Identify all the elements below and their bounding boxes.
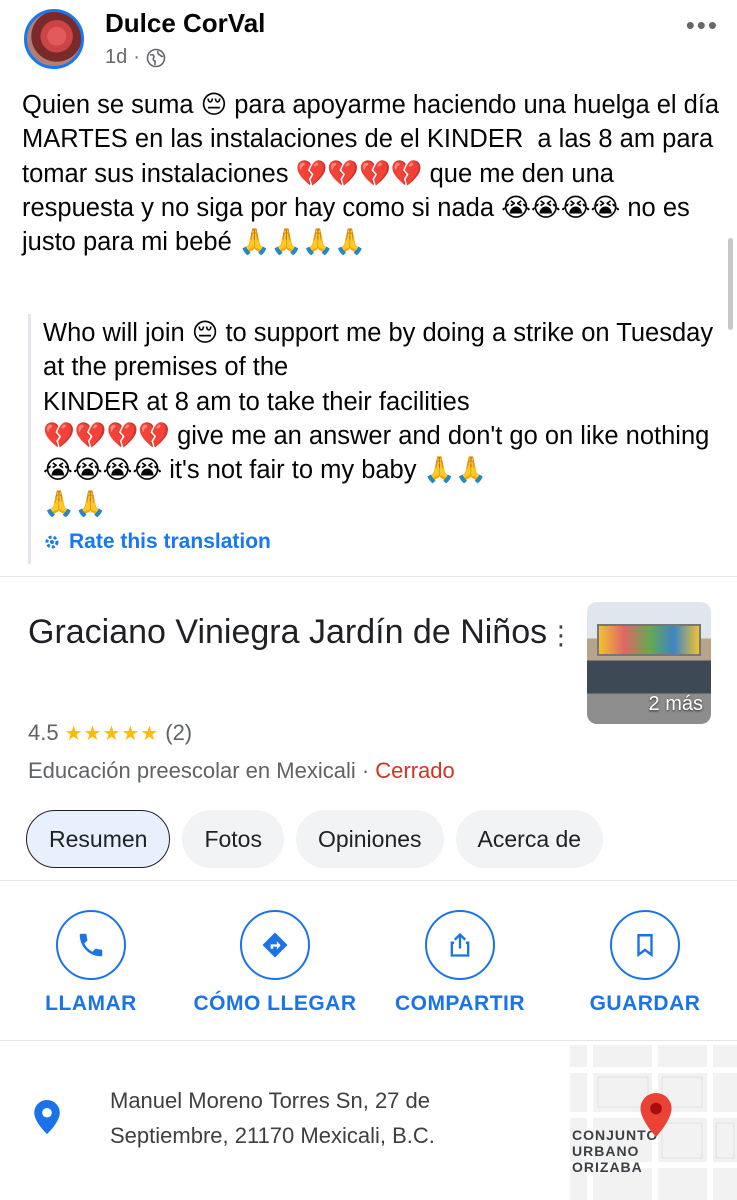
directions-label: CÓMO LLEGAR	[193, 992, 357, 1015]
directions-button[interactable]: CÓMO LLEGAR	[180, 910, 370, 1016]
call-button[interactable]: LLAMAR	[26, 910, 156, 1016]
category: Educación preescolar en Mexicali ·	[28, 758, 376, 783]
rate-translation-label: Rate this translation	[69, 530, 271, 553]
rating-value: 4.5	[28, 720, 59, 745]
more-vert-icon[interactable]: ⋮	[548, 620, 574, 651]
more-photos-label: 2 más	[648, 693, 703, 715]
map-thumbnail[interactable]: CONJUNTO URBANO ORIZABA	[570, 1045, 737, 1200]
translation-block: Who will join 😔 to support me by doing a…	[28, 314, 733, 564]
tab-fotos[interactable]: Fotos	[182, 810, 284, 868]
tab-acerca-de[interactable]: Acerca de	[455, 810, 604, 868]
author-name[interactable]: Dulce CorVal	[105, 8, 265, 39]
review-count: (2)	[165, 720, 193, 745]
post-meta: 1d ·	[105, 46, 166, 69]
rate-translation-link[interactable]: Rate this translation	[43, 530, 271, 554]
gear-icon	[45, 535, 59, 549]
translation-text: Who will join 😔 to support me by doing a…	[43, 319, 714, 519]
address[interactable]: Manuel Moreno Torres Sn, 27 de Septiembr…	[110, 1083, 550, 1153]
share-button[interactable]: COMPARTIR	[385, 910, 535, 1016]
save-button[interactable]: GUARDAR	[580, 910, 710, 1016]
phone-icon	[79, 933, 103, 957]
action-bar: LLAMAR CÓMO LLEGAR COMPARTIR GUARDAR	[0, 910, 737, 1020]
divider	[0, 880, 737, 881]
divider	[0, 576, 737, 577]
save-label: GUARDAR	[589, 992, 701, 1015]
tab-bar: Resumen Fotos Opiniones Acerca de	[26, 810, 604, 868]
star-rating: ★★★★★	[64, 722, 160, 745]
globe-icon	[146, 48, 166, 67]
avatar[interactable]	[24, 9, 84, 69]
category-row: Educación preescolar en Mexicali · Cerra…	[28, 758, 455, 784]
rating-row[interactable]: 4.5 ★★★★★ (2)	[28, 720, 192, 746]
post-time[interactable]: 1d	[105, 46, 127, 69]
call-label: LLAMAR	[45, 992, 137, 1015]
more-options-icon[interactable]: •••	[686, 10, 719, 41]
open-status: Cerrado	[375, 758, 455, 783]
post-body: Quien se suma 😔 para apoyarme haciendo u…	[22, 91, 727, 257]
tab-resumen[interactable]: Resumen	[26, 810, 171, 868]
share-icon	[450, 932, 470, 957]
bookmark-icon	[637, 934, 653, 958]
share-label: COMPARTIR	[394, 992, 526, 1015]
post-header: Dulce CorVal 1d · •••	[0, 0, 737, 80]
tab-opiniones[interactable]: Opiniones	[295, 810, 444, 868]
directions-icon	[262, 932, 288, 958]
billboard-image	[597, 624, 701, 656]
dot-separator: ·	[133, 46, 140, 68]
divider	[0, 1040, 737, 1041]
location-pin-icon	[34, 1100, 60, 1134]
place-photo[interactable]: 2 más	[587, 602, 711, 724]
map-marker-icon	[640, 1093, 672, 1137]
place-title[interactable]: Graciano Viniegra Jardín de Niños	[28, 606, 548, 658]
